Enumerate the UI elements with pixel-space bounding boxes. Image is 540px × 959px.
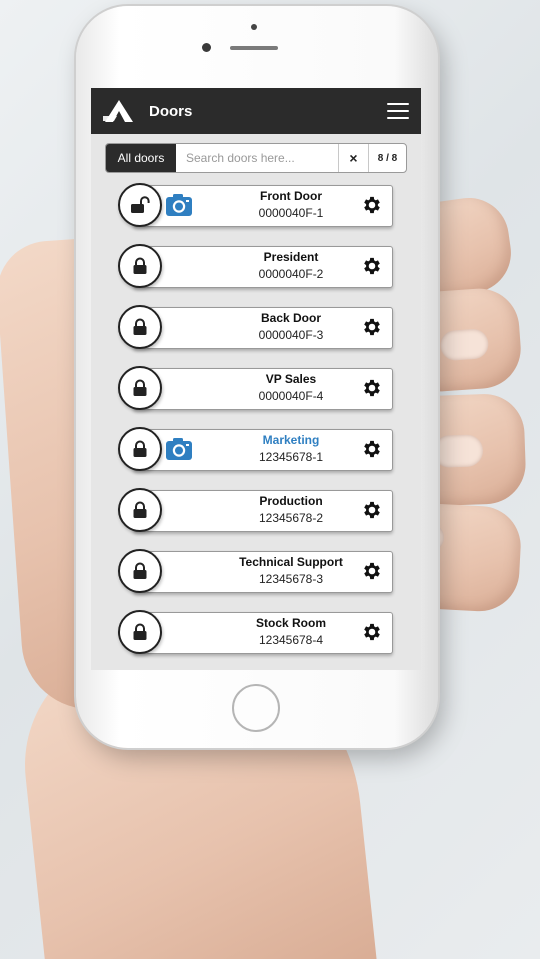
gear-icon[interactable]: [361, 621, 383, 648]
door-row[interactable]: Back Door 0000040F-3: [91, 302, 421, 363]
door-id: 0000040F-4: [258, 389, 324, 403]
hamburger-menu-icon[interactable]: [387, 103, 409, 119]
door-name: VP Sales: [265, 372, 317, 386]
home-button[interactable]: [232, 684, 280, 732]
gear-icon[interactable]: [361, 255, 383, 282]
door-name: Technical Support: [239, 555, 343, 569]
gear-icon[interactable]: [361, 560, 383, 587]
lock-toggle-button[interactable]: [118, 488, 162, 532]
gear-icon[interactable]: [361, 438, 383, 465]
lock-icon: [132, 440, 148, 458]
door-row[interactable]: Marketing 12345678-1: [91, 424, 421, 485]
filter-all-doors-button[interactable]: All doors: [106, 144, 176, 172]
front-camera: [202, 43, 211, 52]
door-row[interactable]: Technical Support 12345678-3: [91, 546, 421, 607]
app-screen: Doors All doors × 8 / 8 Front Door 000004…: [91, 88, 421, 670]
app-logo-icon: [103, 100, 133, 122]
door-id: 0000040F-3: [258, 328, 324, 342]
door-name: Marketing: [262, 433, 320, 447]
door-name: President: [263, 250, 319, 264]
lock-toggle-button[interactable]: [118, 305, 162, 349]
door-id: 12345678-2: [258, 511, 324, 525]
door-id: 12345678-1: [258, 450, 324, 464]
camera-icon[interactable]: [165, 193, 193, 222]
search-bar: All doors × 8 / 8: [105, 143, 407, 173]
gear-icon[interactable]: [361, 499, 383, 526]
door-id: 0000040F-2: [258, 267, 324, 281]
door-name: Production: [259, 494, 323, 508]
door-name: Back Door: [260, 311, 322, 325]
door-row[interactable]: VP Sales 0000040F-4: [91, 363, 421, 424]
lock-icon: [132, 501, 148, 519]
lock-toggle-button[interactable]: [118, 427, 162, 471]
phone-device: Doors All doors × 8 / 8 Front Door 000004…: [76, 6, 438, 748]
result-count: 8 / 8: [368, 144, 406, 172]
lock-toggle-button[interactable]: [118, 183, 162, 227]
lock-icon: [132, 257, 148, 275]
lock-icon: [132, 562, 148, 580]
earpiece-speaker: [230, 46, 278, 50]
door-row[interactable]: Front Door 0000040F-1: [91, 180, 421, 241]
proximity-sensor: [251, 24, 257, 30]
door-row[interactable]: Stock Room 12345678-4: [91, 607, 421, 668]
lock-icon: [132, 623, 148, 641]
door-row[interactable]: Production 12345678-2: [91, 485, 421, 546]
gear-icon[interactable]: [361, 316, 383, 343]
lock-open-icon: [130, 196, 150, 214]
door-id: 12345678-4: [258, 633, 324, 647]
door-row[interactable]: President 0000040F-2: [91, 241, 421, 302]
door-id: 12345678-3: [258, 572, 324, 586]
gear-icon[interactable]: [361, 377, 383, 404]
lock-toggle-button[interactable]: [118, 244, 162, 288]
page-title: Doors: [149, 102, 193, 120]
gear-icon[interactable]: [361, 194, 383, 221]
door-name: Front Door: [260, 189, 322, 203]
door-name: Stock Room: [255, 616, 326, 630]
camera-icon[interactable]: [165, 437, 193, 466]
lock-icon: [132, 379, 148, 397]
door-list: Front Door 0000040F-1 President 0000040F-2 B…: [91, 180, 421, 668]
lock-icon: [132, 318, 148, 336]
door-id: 0000040F-1: [258, 206, 324, 220]
lock-toggle-button[interactable]: [118, 366, 162, 410]
lock-toggle-button[interactable]: [118, 549, 162, 593]
app-header: Doors: [91, 88, 421, 134]
lock-toggle-button[interactable]: [118, 610, 162, 654]
clear-search-button[interactable]: ×: [338, 144, 368, 172]
search-input[interactable]: [176, 144, 338, 172]
